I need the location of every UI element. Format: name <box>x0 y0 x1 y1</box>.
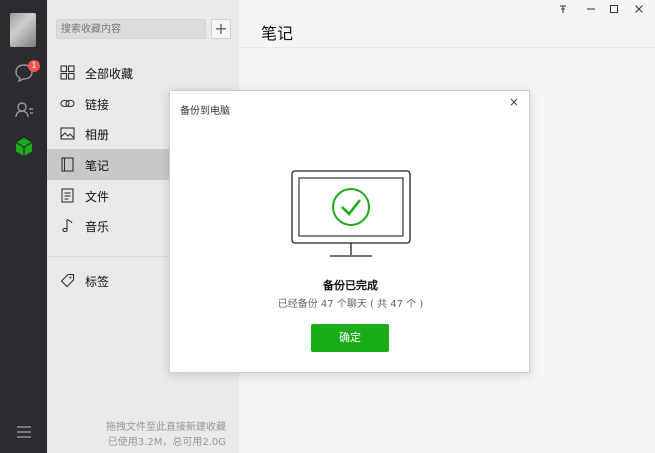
unread-badge: 1 <box>28 60 40 72</box>
menu-icon[interactable] <box>15 424 33 440</box>
nav-item-label: 文件 <box>85 190 110 204</box>
image-icon <box>60 127 75 140</box>
drop-hint: 拖拽文件至此直接新建收藏 <box>106 422 226 433</box>
status-detail: 已经备份 47 个聊天 ( 共 47 个 ) <box>277 299 424 310</box>
favorites-icon[interactable] <box>13 136 35 158</box>
file-icon <box>61 188 74 203</box>
nav-item-label: 音乐 <box>85 220 110 234</box>
search-input[interactable] <box>61 21 201 37</box>
dialog-close-button[interactable]: × <box>507 95 521 109</box>
dialog-title: 备份到电脑 <box>180 106 230 117</box>
search-box[interactable] <box>56 19 206 39</box>
pin-icon[interactable] <box>555 4 571 18</box>
monitor-check-icon <box>290 169 412 261</box>
avatar[interactable] <box>10 13 36 47</box>
storage-usage: 已使用3.2M，总可用2.0G <box>107 437 226 448</box>
nav-item-label: 相册 <box>85 128 110 142</box>
music-icon <box>62 219 73 233</box>
minimize-icon[interactable] <box>583 4 599 18</box>
maximize-icon[interactable] <box>606 4 622 18</box>
grid-icon <box>60 65 75 80</box>
tag-icon <box>60 273 75 288</box>
sidebar-rail: 1 <box>0 0 47 453</box>
nav-item-label: 标签 <box>85 275 110 289</box>
nav-item-label: 全部收藏 <box>85 67 134 81</box>
status-title: 备份已完成 <box>323 279 378 292</box>
nav-item-label: 链接 <box>85 98 110 112</box>
nav-item-all[interactable]: 全部收藏 <box>47 57 239 88</box>
backup-dialog: 备份到电脑 × 备份已完成 已经备份 47 个聊天 ( 共 47 个 ) 确定 <box>169 90 530 373</box>
page-title: 笔记 <box>261 24 294 43</box>
close-icon[interactable] <box>631 4 647 18</box>
nav-item-label: 笔记 <box>85 159 110 173</box>
note-icon <box>61 157 74 172</box>
add-button[interactable]: + <box>211 19 231 39</box>
link-icon <box>60 99 75 108</box>
ok-button[interactable]: 确定 <box>311 324 389 352</box>
contacts-icon[interactable] <box>13 99 35 121</box>
